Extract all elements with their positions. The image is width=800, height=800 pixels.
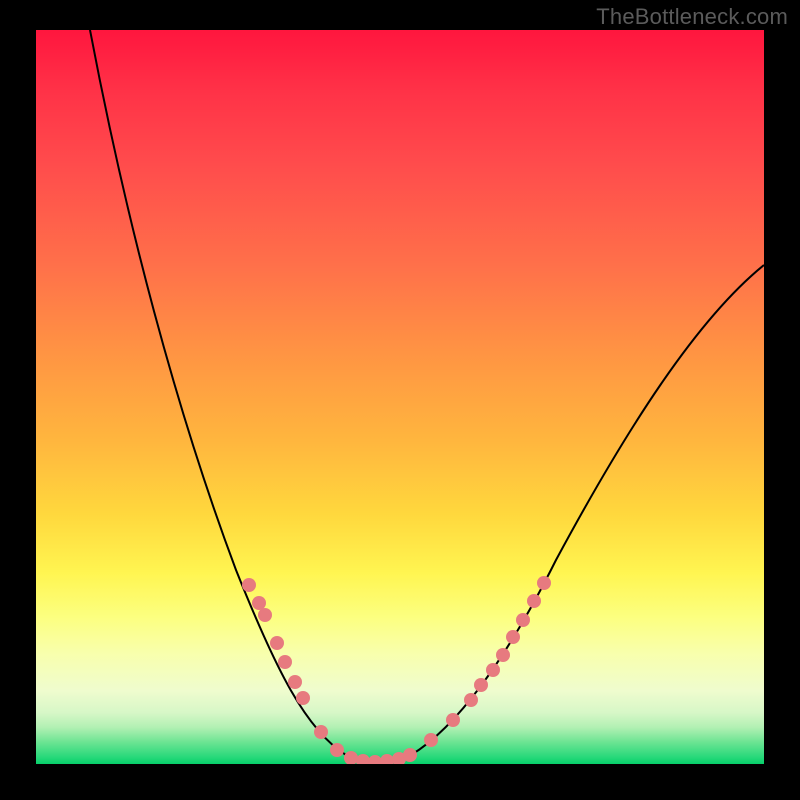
curve-marker [506, 630, 520, 644]
curve-svg [36, 30, 764, 764]
curve-marker [270, 636, 284, 650]
chart-frame: TheBottleneck.com [0, 0, 800, 800]
curve-marker [403, 748, 417, 762]
gradient-plot-area [36, 30, 764, 764]
curve-marker [486, 663, 500, 677]
curve-marker [368, 755, 382, 764]
curve-marker [242, 578, 256, 592]
curve-marker [296, 691, 310, 705]
curve-marker [314, 725, 328, 739]
curve-marker [496, 648, 510, 662]
curve-marker [392, 752, 406, 764]
curve-marker [288, 675, 302, 689]
curve-marker [516, 613, 530, 627]
curve-marker [527, 594, 541, 608]
marker-layer [242, 576, 551, 764]
curve-marker [474, 678, 488, 692]
curve-marker [356, 754, 370, 764]
curve-marker [330, 743, 344, 757]
curve-marker [344, 751, 358, 764]
curve-marker [464, 693, 478, 707]
curve-marker [252, 596, 266, 610]
bottleneck-curve [90, 30, 764, 763]
curve-marker [278, 655, 292, 669]
curve-marker [380, 754, 394, 764]
curve-marker [446, 713, 460, 727]
curve-marker [258, 608, 272, 622]
curve-marker [424, 733, 438, 747]
watermark-text: TheBottleneck.com [596, 4, 788, 30]
curve-marker [537, 576, 551, 590]
